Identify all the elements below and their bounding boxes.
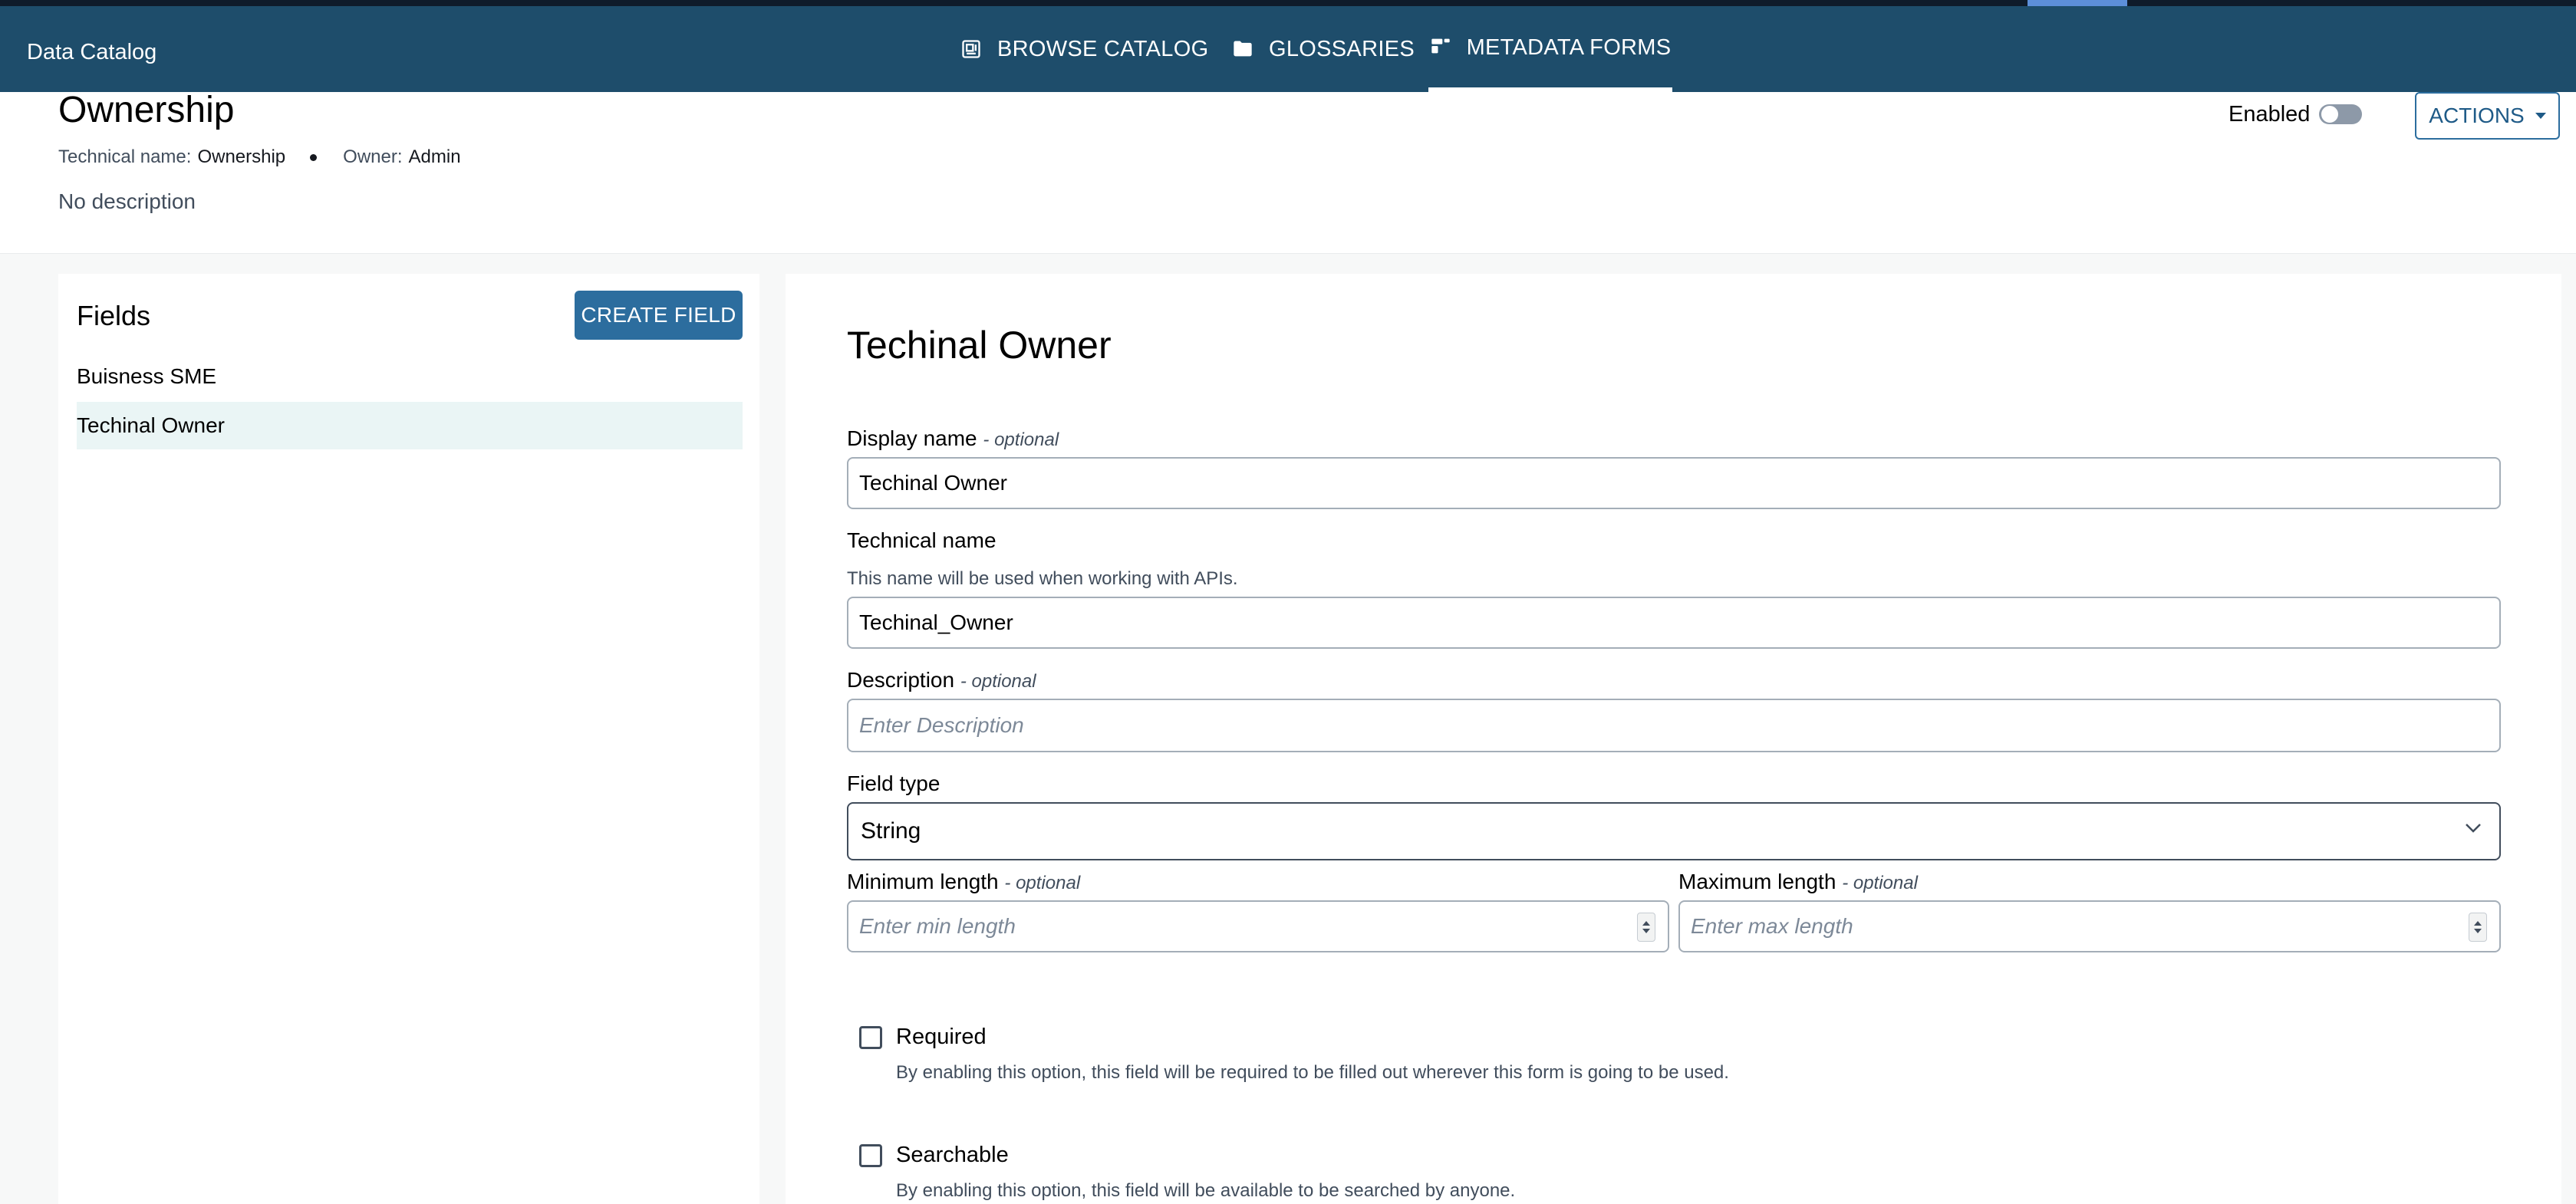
create-field-button[interactable]: CREATE FIELD xyxy=(575,291,743,340)
required-checkbox[interactable] xyxy=(859,1026,882,1049)
technical-name-input-value: Techinal_Owner xyxy=(859,610,1013,634)
separator-dot xyxy=(310,153,318,161)
max-length-label: Maximum length - optional xyxy=(1678,870,1918,894)
searchable-label: Searchable xyxy=(896,1143,1009,1167)
enabled-label: Enabled xyxy=(2228,102,2311,127)
technical-name-label: Technical name: xyxy=(58,146,192,167)
page-title: Ownership xyxy=(58,90,235,130)
field-type-value: String xyxy=(861,818,921,844)
form-meta: Technical name: Ownership Owner: Admin xyxy=(58,146,461,168)
tab-metadata-forms[interactable]: METADATA FORMS xyxy=(1428,6,1672,92)
actions-label: ACTIONS xyxy=(2429,104,2525,127)
technical-name-field-label: Technical name xyxy=(847,528,996,552)
required-label: Required xyxy=(896,1025,987,1049)
technical-name-value: Ownership xyxy=(197,146,286,167)
max-length-input[interactable]: Enter max length xyxy=(1678,900,2501,952)
field-item-buisness-sme[interactable]: Buisness SME xyxy=(77,353,743,400)
top-strip-accent xyxy=(2028,0,2127,6)
field-detail-title: Techinal Owner xyxy=(847,324,1112,367)
optional-tag: - optional xyxy=(983,429,1059,450)
min-length-input[interactable]: Enter min length xyxy=(847,900,1669,952)
catalog-icon xyxy=(962,40,980,58)
field-item-label: Buisness SME xyxy=(77,364,217,388)
min-length-label-text: Minimum length xyxy=(847,870,999,893)
chevron-down-icon xyxy=(2466,824,2481,833)
min-length-placeholder: Enter min length xyxy=(859,914,1016,938)
toggle-knob xyxy=(2321,105,2339,123)
caret-down-icon xyxy=(2535,113,2546,119)
tab-browse-catalog-label: BROWSE CATALOG xyxy=(997,36,1209,61)
form-description: No description xyxy=(58,189,196,213)
technical-name-hint: This name will be used when working with… xyxy=(847,568,1238,589)
fields-title: Fields xyxy=(77,300,151,331)
folder-icon xyxy=(1234,41,1252,57)
tab-metadata-forms-label: METADATA FORMS xyxy=(1466,35,1672,60)
field-type-label: Field type xyxy=(847,771,940,795)
field-item-label: Techinal Owner xyxy=(77,413,225,437)
min-length-label: Minimum length - optional xyxy=(847,870,1080,894)
display-name-value: Techinal Owner xyxy=(859,471,1007,495)
brand-title[interactable]: Data Catalog xyxy=(27,40,156,65)
technical-name-input[interactable]: Techinal_Owner xyxy=(847,597,2501,649)
top-navbar: Data Catalog BROWSE CATALOG GLOSSARIES M… xyxy=(0,6,2576,92)
max-length-placeholder: Enter max length xyxy=(1691,914,1853,938)
searchable-checkbox[interactable] xyxy=(859,1144,882,1167)
top-strip xyxy=(0,0,2576,6)
optional-tag: - optional xyxy=(1842,873,1918,893)
description-label-text: Description xyxy=(847,668,955,692)
owner-label: Owner: xyxy=(343,146,403,167)
enabled-toggle[interactable] xyxy=(2319,104,2362,124)
min-length-stepper[interactable] xyxy=(1637,913,1655,942)
optional-tag: - optional xyxy=(960,671,1036,692)
field-item-techinal-owner[interactable]: Techinal Owner xyxy=(77,402,743,449)
max-length-label-text: Maximum length xyxy=(1678,870,1836,893)
actions-button[interactable]: ACTIONS xyxy=(2415,92,2560,140)
tab-glossaries[interactable]: GLOSSARIES xyxy=(1232,6,1415,92)
field-type-select[interactable]: String xyxy=(847,802,2501,860)
display-name-label: Display name - optional xyxy=(847,426,1059,451)
owner-value: Admin xyxy=(408,146,461,167)
display-name-label-text: Display name xyxy=(847,426,977,450)
display-name-input[interactable]: Techinal Owner xyxy=(847,457,2501,509)
max-length-stepper[interactable] xyxy=(2469,913,2487,942)
searchable-description: By enabling this option, this field will… xyxy=(896,1180,1516,1201)
form-icon xyxy=(1431,38,1450,54)
form-header xyxy=(0,92,2576,255)
optional-tag: - optional xyxy=(1004,873,1081,893)
required-description: By enabling this option, this field will… xyxy=(896,1062,1729,1083)
tab-glossaries-label: GLOSSARIES xyxy=(1269,36,1415,61)
description-placeholder: Enter Description xyxy=(859,713,1024,737)
description-input[interactable]: Enter Description xyxy=(847,699,2501,752)
tab-browse-catalog[interactable]: BROWSE CATALOG xyxy=(960,6,1208,92)
description-label: Description - optional xyxy=(847,668,1036,692)
